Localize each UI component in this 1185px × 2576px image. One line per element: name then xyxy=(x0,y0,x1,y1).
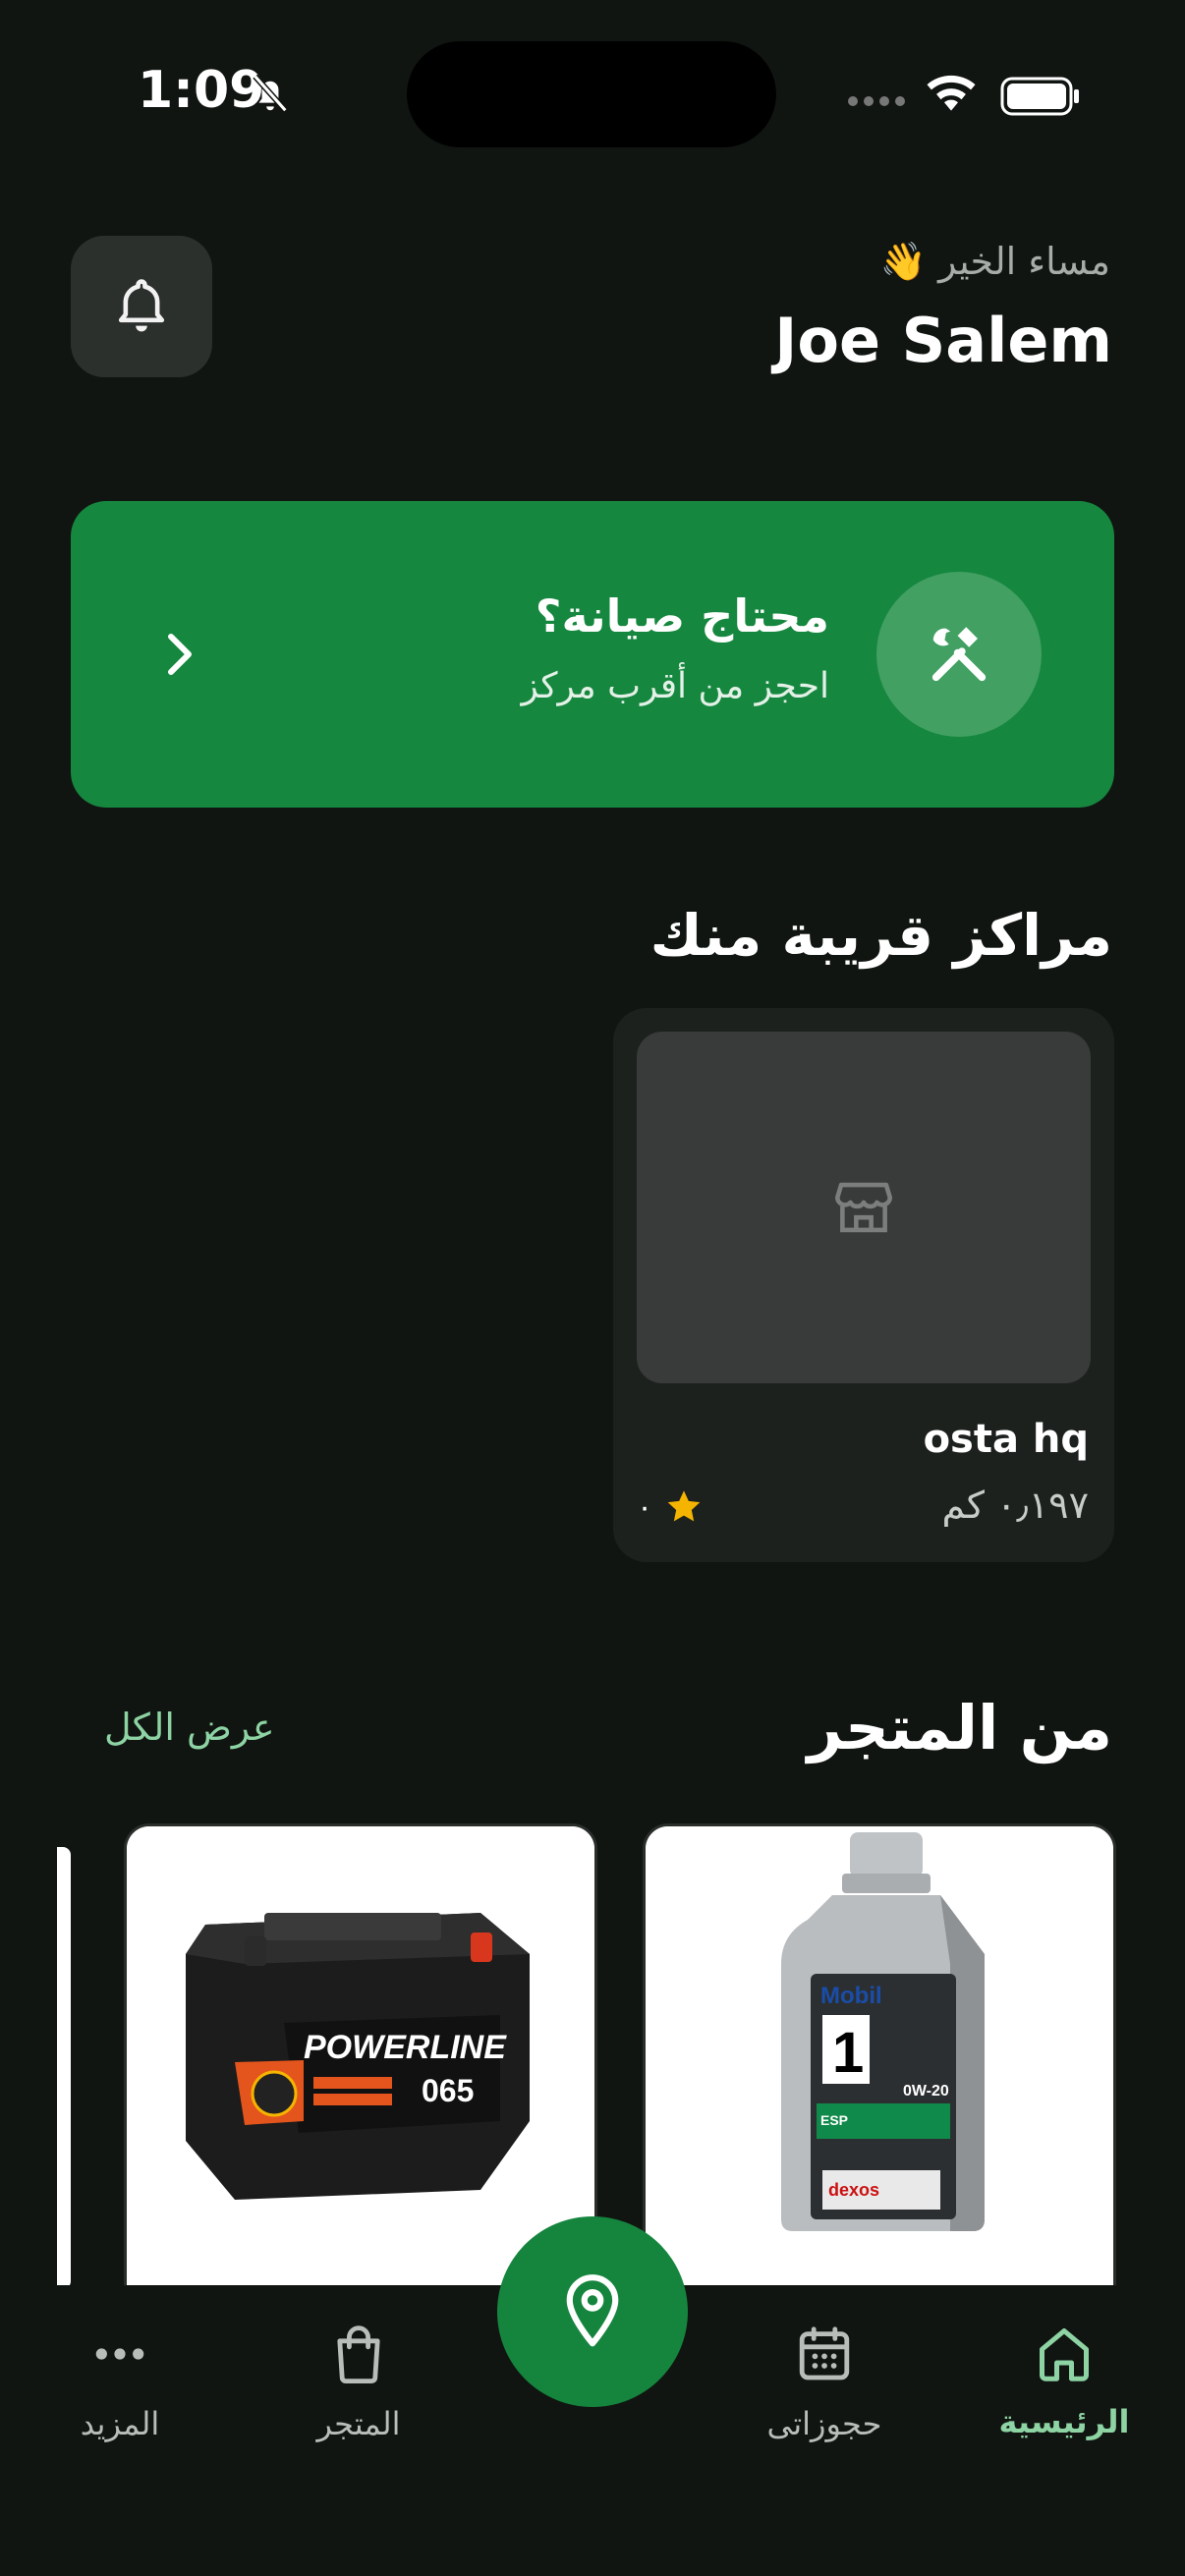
product-card-battery[interactable]: POWERLINE 065 xyxy=(124,1823,597,2291)
svg-text:0W-20: 0W-20 xyxy=(903,2083,949,2100)
more-dots-icon xyxy=(95,2348,144,2360)
svg-text:Mobil: Mobil xyxy=(820,1983,882,2009)
svg-text:ESP: ESP xyxy=(820,2112,848,2128)
svg-text:065: 065 xyxy=(422,2073,474,2108)
greeting-text: مساء الخير 👋 xyxy=(879,240,1110,283)
nav-more-label: المزيد xyxy=(80,2405,160,2442)
nav-home[interactable]: الرئيسية xyxy=(976,2324,1153,2440)
store-section-title: من المتجر xyxy=(807,1692,1112,1764)
rating-value: ٠ xyxy=(637,1489,653,1525)
wifi-icon xyxy=(927,75,976,111)
center-image-placeholder xyxy=(637,1032,1091,1383)
chevron-right-icon xyxy=(168,634,192,675)
store-icon xyxy=(834,1182,893,1233)
nav-store-label: المتجر xyxy=(316,2405,401,2442)
home-icon xyxy=(1040,2328,1089,2381)
nav-store[interactable]: المتجر xyxy=(270,2324,447,2442)
battery-icon xyxy=(1000,77,1079,116)
svg-text:1: 1 xyxy=(832,2021,864,2085)
user-name: Joe Salem xyxy=(774,305,1112,376)
calendar-icon xyxy=(799,2326,850,2380)
svg-text:dexos: dexos xyxy=(828,2180,879,2200)
svg-text:POWERLINE: POWERLINE xyxy=(304,2029,507,2066)
nearby-centers-title: مراكز قريبة منك xyxy=(649,902,1112,969)
nav-bookings[interactable]: حجوزاتى xyxy=(736,2324,913,2442)
nav-more[interactable]: المزيد xyxy=(31,2324,208,2442)
center-card[interactable]: osta hq ٠٫١٩٧ كم ٠ xyxy=(613,1008,1114,1562)
banner-title: محتاج صيانة؟ xyxy=(535,589,829,643)
tools-icon xyxy=(931,627,987,682)
location-pin-icon xyxy=(566,2274,619,2347)
center-rating: ٠ xyxy=(637,1487,704,1527)
banner-subtitle: احجز من أقرب مركز xyxy=(521,666,830,706)
bell-icon xyxy=(118,279,165,332)
dynamic-island xyxy=(407,41,776,147)
center-name: osta hq xyxy=(923,1417,1089,1462)
oil-bottle-image: Mobil 1 ESP 0W-20 dexos xyxy=(646,1826,1113,2239)
battery-product-image: POWERLINE 065 xyxy=(127,1826,594,2239)
star-icon xyxy=(667,1490,701,1522)
notifications-button[interactable] xyxy=(71,236,212,377)
nav-home-label: الرئيسية xyxy=(998,2403,1130,2440)
shopping-bag-icon xyxy=(337,2325,380,2383)
maintenance-banner[interactable]: محتاج صيانة؟ احجز من أقرب مركز xyxy=(71,501,1114,808)
product-card-partial[interactable] xyxy=(57,1847,71,2289)
view-all-link[interactable]: عرض الكل xyxy=(104,1706,275,1749)
silent-mode-icon xyxy=(253,74,288,113)
status-time: 1:09 xyxy=(138,61,265,120)
signal-dots-icon xyxy=(848,96,905,106)
product-card-oil[interactable]: Mobil 1 ESP 0W-20 dexos xyxy=(643,1823,1116,2291)
map-location-button[interactable] xyxy=(497,2216,688,2407)
center-distance: ٠٫١٩٧ كم xyxy=(941,1484,1089,1527)
nav-bookings-label: حجوزاتى xyxy=(766,2405,882,2442)
tools-icon-badge xyxy=(876,572,1042,737)
